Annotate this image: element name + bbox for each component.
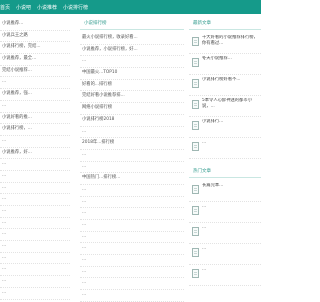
list-item[interactable]: 完结小说推荐... [0, 66, 70, 78]
list-item[interactable]: ... [0, 288, 70, 300]
list-item[interactable]: ... [80, 56, 184, 69]
nav-item-recommend[interactable]: 小说推荐 [37, 4, 57, 11]
list-item[interactable]: ... [0, 171, 70, 183]
top-nav: 首页 小说吧 小说推荐 小说排行榜 [0, 4, 88, 11]
latest-article-text: 十大好看的小说推荐排行榜，你有看过... [202, 35, 258, 46]
document-icon [192, 37, 199, 46]
list-item[interactable]: 好看的...排行榜 [80, 80, 184, 92]
list-item[interactable]: ... [0, 159, 70, 171]
latest-article-item[interactable]: 冬天小说推荐... [189, 54, 261, 75]
list-item[interactable]: ... [80, 220, 184, 232]
list-item[interactable]: ... [0, 77, 70, 90]
document-icon [192, 248, 199, 257]
list-item[interactable]: 网络小说排行榜 [80, 103, 184, 115]
latest-article-text: ... [202, 140, 207, 145]
left-column: 小说推荐... 小说兵王之路 小说排行榜，完结... 小说推荐，最全... 完结… [0, 19, 70, 300]
top-nav-bar: 首页 小说吧 小说推荐 小说排行榜 [0, 0, 261, 14]
list-item[interactable]: 最火小说排行榜，收录好看... [80, 33, 184, 45]
list-item[interactable]: ... [80, 243, 184, 256]
list-item[interactable]: 小说推荐... [0, 19, 70, 31]
list-item[interactable]: ... [0, 136, 70, 148]
latest-article-item[interactable]: 5本令人心醉神迷的都市小说，... [189, 96, 261, 117]
list-item[interactable]: ... [80, 150, 184, 162]
hot-article-text: ... [202, 204, 207, 209]
list-item[interactable]: ... [0, 253, 70, 265]
latest-article-item[interactable]: 小说排行... [189, 117, 261, 138]
latest-article-text: 小说排行榜好看不... [202, 77, 241, 82]
list-item[interactable]: 小说兵王之路 [0, 31, 70, 43]
hot-article-text: ... [202, 267, 207, 272]
document-icon [192, 227, 199, 236]
list-item[interactable]: ... [0, 229, 70, 242]
latest-articles-title: 最新文章 [189, 19, 261, 30]
document-icon [192, 142, 199, 151]
hot-article-item[interactable]: ... [189, 202, 261, 223]
document-icon [192, 185, 199, 194]
list-item[interactable]: 小说排行榜，完结... [0, 42, 70, 55]
list-item[interactable]: 小说推荐，小说排行榜，好... [80, 45, 184, 57]
list-item[interactable]: ... [80, 197, 184, 209]
list-item[interactable]: ... [80, 162, 184, 174]
document-icon [192, 206, 199, 215]
list-item[interactable]: ... [80, 185, 184, 197]
list-item[interactable]: 小说推荐，最全... [0, 54, 70, 66]
list-item[interactable]: ... [80, 278, 184, 291]
hot-article-item[interactable]: ... [189, 244, 261, 265]
right-column: 最新文章 十大好看的小说推荐排行榜，你有看过... 冬天小说推荐... 小说排行… [189, 19, 261, 286]
list-item[interactable]: ... [0, 264, 70, 277]
hot-article-text: 长篇完本... [202, 183, 224, 188]
nav-item-ranking[interactable]: 小说排行榜 [63, 4, 88, 11]
list-item[interactable]: 小说排行榜，... [0, 124, 70, 136]
ranking-list: 最火小说排行榜，收录好看... 小说推荐，小说排行榜，好... ... 中国最火… [80, 33, 184, 302]
list-item[interactable]: ... [80, 232, 184, 244]
list-item[interactable]: ... [0, 101, 70, 113]
list-item[interactable]: ... [80, 267, 184, 279]
left-article-list: 小说推荐... 小说兵王之路 小说排行榜，完结... 小说推荐，最全... 完结… [0, 19, 70, 300]
nav-item-novel-bar[interactable]: 小说吧 [16, 4, 31, 11]
list-item[interactable]: 中国热门...排行榜... [80, 173, 184, 185]
document-icon [192, 100, 199, 109]
latest-article-item[interactable]: 小说排行榜好看不... [189, 75, 261, 96]
list-item[interactable]: ... [0, 183, 70, 195]
hot-article-text: ... [202, 225, 207, 230]
latest-article-text: 小说排行... [202, 119, 224, 124]
list-item[interactable]: 小说好看的推... [0, 113, 70, 125]
latest-article-item[interactable]: 十大好看的小说推荐排行榜，你有看过... [189, 33, 261, 54]
list-item[interactable]: ... [0, 218, 70, 230]
list-item[interactable]: 小说推荐，好... [0, 148, 70, 160]
document-icon [192, 58, 199, 67]
ranking-panel-title: 小说排行榜 [80, 19, 184, 30]
document-icon [192, 121, 199, 130]
list-item[interactable]: ... [0, 241, 70, 253]
list-item[interactable]: 小说排行榜2018 [80, 115, 184, 127]
list-item[interactable]: ... [0, 276, 70, 288]
list-item[interactable]: ... [80, 208, 184, 220]
middle-column: 小说排行榜 最火小说排行榜，收录好看... 小说推荐，小说排行榜，好... ..… [80, 19, 184, 302]
hot-article-item[interactable]: ... [189, 223, 261, 244]
document-icon [192, 79, 199, 88]
latest-article-text: 冬天小说推荐... [202, 56, 232, 61]
hot-article-item[interactable]: 长篇完本... [189, 181, 261, 202]
list-item[interactable]: 2018年...排行榜 [80, 138, 184, 150]
list-item[interactable]: ... [80, 290, 184, 302]
list-item[interactable]: 中国最火...TOP10 [80, 68, 184, 80]
list-item[interactable]: 完结好看小说推荐排... [80, 91, 184, 104]
list-item[interactable]: ... [80, 127, 184, 139]
latest-article-text: 5本令人心醉神迷的都市小说，... [202, 98, 252, 109]
latest-article-item[interactable]: ... [189, 138, 261, 159]
list-item[interactable]: 小说推荐，强... [0, 89, 70, 101]
hot-article-text: ... [202, 246, 207, 251]
hot-articles-title: 热门文章 [189, 167, 261, 178]
list-item[interactable]: ... [0, 206, 70, 218]
list-item[interactable]: ... [80, 255, 184, 267]
hot-article-item[interactable]: ... [189, 265, 261, 286]
list-item[interactable]: ... [0, 194, 70, 206]
nav-item-home[interactable]: 首页 [0, 4, 10, 11]
